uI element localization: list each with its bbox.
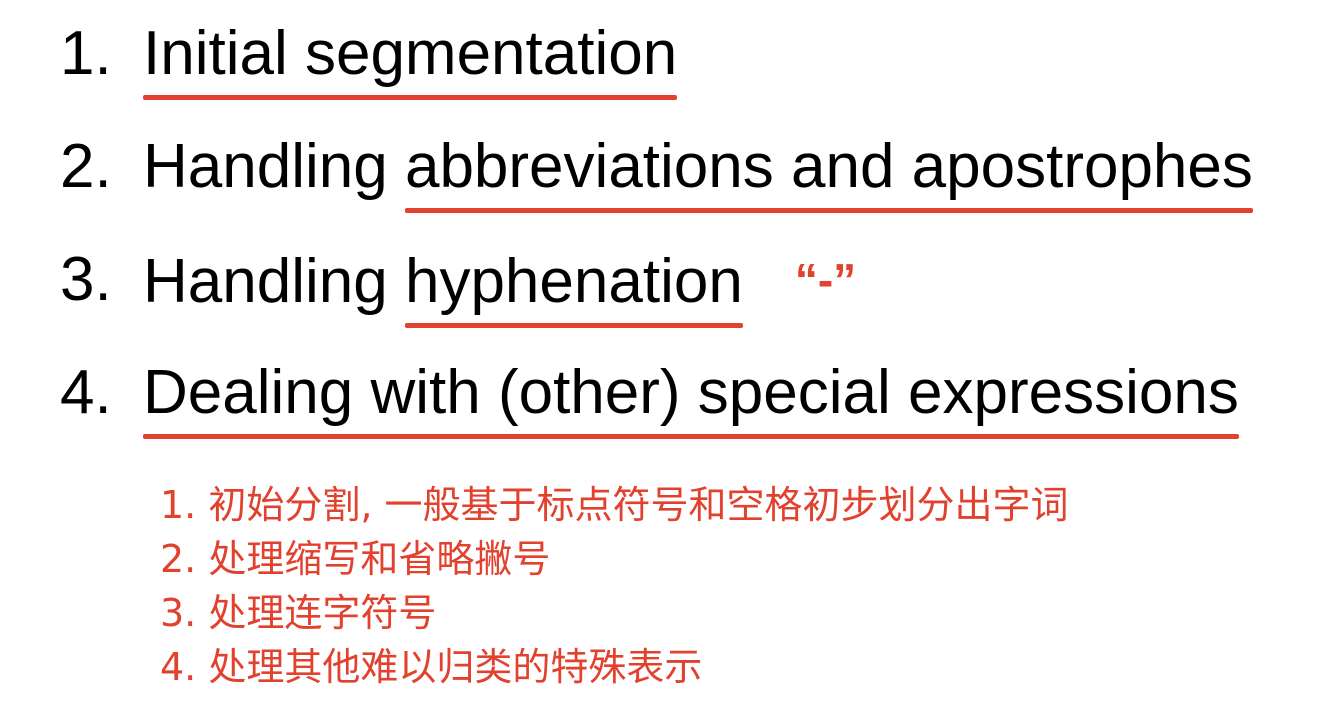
item-text: Initial segmentation	[143, 14, 678, 100]
note-item-1: 1. 初始分割, 一般基于标点符号和空格初步划分出字词	[160, 483, 1069, 527]
item-prefix: Handling	[143, 132, 405, 201]
note-item-2: 2. 处理缩写和省略撇号	[160, 537, 551, 581]
underlined-phrase: Dealing with (other) special expressions	[143, 353, 1239, 439]
list-item-3: 3. Handling hyphenation “-”	[0, 240, 1336, 328]
item-text: Handling abbreviations and apostrophes	[143, 127, 1253, 213]
item-number: 3.	[60, 245, 112, 314]
underlined-phrase: hyphenation	[404, 242, 743, 328]
item-number: 1.	[60, 19, 112, 88]
chinese-notes-list: 1. 初始分割, 一般基于标点符号和空格初步划分出字词 2. 处理缩写和省略撇号…	[160, 478, 1069, 694]
list-item-4: 4. Dealing with (other) special expressi…	[0, 353, 1336, 439]
item-number: 4.	[60, 358, 112, 427]
item-number: 2.	[60, 132, 112, 201]
list-item-2: 2. Handling abbreviations and apostrophe…	[0, 127, 1336, 213]
note-item-3: 3. 处理连字符号	[160, 591, 437, 635]
item-prefix: Handling	[143, 247, 405, 316]
item-text: Handling hyphenation “-”	[143, 240, 857, 328]
list-item-1: 1. Initial segmentation	[0, 14, 1336, 100]
note-item-4: 4. 处理其他难以归类的特殊表示	[160, 645, 703, 689]
underlined-phrase: abbreviations and apostrophes	[404, 127, 1253, 213]
underlined-phrase: Initial segmentation	[143, 14, 678, 100]
hyphen-mark: “-”	[794, 254, 857, 306]
item-text: Dealing with (other) special expressions	[143, 353, 1239, 439]
